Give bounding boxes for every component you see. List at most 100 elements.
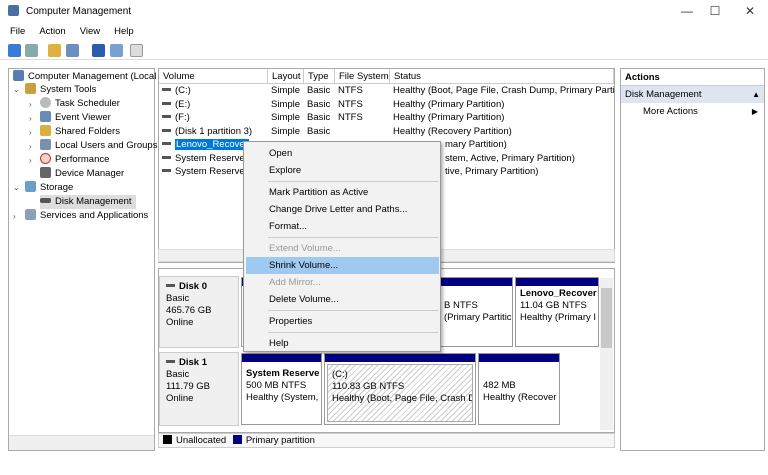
back-icon[interactable] bbox=[8, 44, 21, 57]
chevron-down-icon[interactable]: ⌄ bbox=[13, 183, 20, 192]
volume-row[interactable]: (E:) Simple Basic NTFS Healthy (Primary Part… bbox=[159, 98, 614, 112]
disk-icon bbox=[40, 198, 51, 203]
properties-icon[interactable] bbox=[130, 44, 143, 57]
up-folder-icon[interactable] bbox=[48, 44, 61, 57]
disk-icon bbox=[166, 284, 175, 287]
disk-icon bbox=[166, 360, 175, 363]
menu-item-change-drive-letter-and-paths[interactable]: Change Drive Letter and Paths... bbox=[246, 201, 439, 218]
tree-item-services-applications[interactable]: Services and Applications bbox=[25, 209, 148, 223]
chevron-right-icon[interactable]: › bbox=[29, 142, 32, 151]
chevron-right-icon: ▶ bbox=[751, 107, 758, 116]
disk-0-partition-lenovo-recover[interactable]: Lenovo_Recover 11.04 GB NTFS Healthy (Prim… bbox=[515, 277, 599, 347]
tree-item-event-viewer[interactable]: Event Viewer bbox=[40, 111, 111, 125]
volume-cell: Basic bbox=[307, 125, 331, 137]
menu-separator bbox=[268, 310, 438, 311]
disk-1-partition-system-reserved[interactable]: System Reserve 500 MB NTFS Healthy (System… bbox=[241, 353, 322, 425]
storage-icon bbox=[25, 181, 36, 192]
console-icon[interactable] bbox=[110, 44, 123, 57]
computer-management-icon bbox=[13, 70, 24, 81]
minimize-button[interactable]: — bbox=[672, 4, 702, 20]
maximize-button[interactable]: ☐ bbox=[700, 4, 730, 20]
disk-1-partition-c[interactable]: (C:) 110.83 GB NTFS Healthy (Boot, Page Fi… bbox=[324, 353, 476, 425]
tree-item-system-tools[interactable]: System Tools bbox=[25, 83, 96, 97]
volume-row[interactable]: (C:) Simple Basic NTFS Healthy (Boot, Page F… bbox=[159, 84, 614, 98]
volume-cell: Basic bbox=[307, 98, 331, 110]
context-menu: Open Explore Mark Partition as Active Chang… bbox=[243, 141, 441, 352]
primary-partition-swatch bbox=[232, 435, 242, 444]
tree-item-computer-management[interactable]: Computer Management (Local bbox=[13, 70, 156, 84]
column-volume[interactable]: Volume bbox=[159, 69, 268, 84]
tree-item-local-users[interactable]: Local Users and Groups bbox=[40, 139, 157, 153]
volume-cell: (Disk 1 partition 3) bbox=[162, 125, 268, 139]
unallocated-swatch bbox=[163, 435, 172, 444]
tree-item-task-scheduler[interactable]: Task Scheduler bbox=[40, 97, 120, 111]
menu-item-explore[interactable]: Explore bbox=[246, 162, 439, 179]
tree-item-device-manager[interactable]: Device Manager bbox=[40, 167, 124, 181]
tree-item-performance[interactable]: Performance bbox=[40, 153, 109, 167]
menu-help[interactable]: Help bbox=[114, 26, 134, 37]
menu-bar: File Action View Help bbox=[0, 24, 768, 40]
menu-separator bbox=[268, 332, 438, 333]
menu-item-format[interactable]: Format... bbox=[246, 218, 439, 235]
chevron-right-icon[interactable]: › bbox=[29, 114, 32, 123]
menu-item-help[interactable]: Help bbox=[246, 335, 439, 352]
disk-0-label[interactable]: Disk 0 Basic 465.76 GB Online bbox=[159, 276, 239, 348]
tree-item-disk-management[interactable]: Disk Management bbox=[40, 195, 136, 209]
actions-section-disk-management[interactable]: Disk Management ▲ bbox=[621, 86, 764, 103]
volume-icon bbox=[162, 142, 171, 145]
volume-cell: (F:) bbox=[162, 111, 268, 125]
window-title: Computer Management bbox=[26, 6, 132, 17]
forward-icon[interactable] bbox=[25, 44, 38, 57]
more-actions[interactable]: More Actions ▶ bbox=[621, 103, 764, 120]
app-icon bbox=[8, 5, 19, 16]
menu-item-shrink-volume[interactable]: Shrink Volume... bbox=[246, 257, 439, 274]
shared-folder-icon bbox=[40, 125, 51, 136]
volume-cell: (C:) bbox=[162, 84, 268, 98]
tree-item-shared-folders[interactable]: Shared Folders bbox=[40, 125, 120, 139]
show-hide-tree-icon[interactable] bbox=[66, 44, 79, 57]
chevron-right-icon[interactable]: › bbox=[29, 156, 32, 165]
chevron-right-icon[interactable]: › bbox=[13, 212, 16, 221]
collapse-icon[interactable]: ▲ bbox=[752, 86, 760, 103]
column-status[interactable]: Status bbox=[390, 69, 614, 84]
chevron-down-icon[interactable]: ⌄ bbox=[13, 85, 20, 94]
disk-view-vertical-scrollbar[interactable] bbox=[600, 278, 613, 430]
volume-cell: Healthy (Primary Partition) bbox=[393, 98, 505, 110]
disk-0-partition[interactable]: B NTFS (Primary Partitic bbox=[439, 277, 513, 347]
chevron-right-icon[interactable]: › bbox=[29, 100, 32, 109]
menu-separator bbox=[268, 237, 438, 238]
column-layout[interactable]: Layout bbox=[268, 69, 304, 84]
disk-1-label[interactable]: Disk 1 Basic 111.79 GB Online bbox=[159, 352, 239, 426]
volume-cell: NTFS bbox=[338, 98, 363, 110]
volume-cell: NTFS bbox=[338, 85, 363, 96]
menu-file[interactable]: File bbox=[10, 26, 25, 37]
menu-action[interactable]: Action bbox=[39, 26, 65, 37]
chevron-right-icon[interactable]: › bbox=[29, 128, 32, 137]
disk-1-partition-recovery[interactable]: 482 MB Healthy (Recover bbox=[478, 353, 560, 425]
menu-view[interactable]: View bbox=[80, 26, 100, 37]
column-type[interactable]: Type bbox=[304, 69, 335, 84]
menu-item-open[interactable]: Open bbox=[246, 145, 439, 162]
navigation-tree: Computer Management (Local ⌄ System Tool… bbox=[8, 68, 157, 451]
volume-row[interactable]: (F:) Simple Basic NTFS Healthy (Primary Part… bbox=[159, 111, 614, 125]
services-icon bbox=[25, 209, 36, 220]
volume-cell: Simple bbox=[271, 125, 301, 137]
tree-horizontal-scrollbar[interactable] bbox=[9, 435, 154, 450]
volume-icon bbox=[162, 101, 171, 105]
menu-item-delete-volume[interactable]: Delete Volume... bbox=[246, 291, 439, 308]
users-icon bbox=[40, 139, 51, 150]
volume-cell: Healthy (Primary Partition) bbox=[393, 112, 505, 123]
close-button[interactable]: ✕ bbox=[735, 4, 765, 20]
volume-icon bbox=[162, 115, 171, 118]
volume-row[interactable]: (Disk 1 partition 3) Simple Basic Healthy (… bbox=[159, 125, 614, 139]
menu-item-extend-volume: Extend Volume... bbox=[269, 243, 341, 254]
performance-icon bbox=[40, 153, 51, 164]
menu-item-properties[interactable]: Properties bbox=[246, 313, 439, 330]
menu-item-mark-partition-as-active[interactable]: Mark Partition as Active bbox=[246, 184, 439, 201]
column-file-system[interactable]: File System bbox=[335, 69, 390, 84]
volume-cell: Healthy (Boot, Page File, Crash Dump, Pr… bbox=[393, 85, 614, 96]
help-icon[interactable] bbox=[92, 44, 105, 57]
volume-cell: Basic bbox=[307, 112, 331, 123]
tree-item-storage[interactable]: Storage bbox=[25, 181, 73, 195]
volume-cell: Simple bbox=[271, 98, 301, 110]
